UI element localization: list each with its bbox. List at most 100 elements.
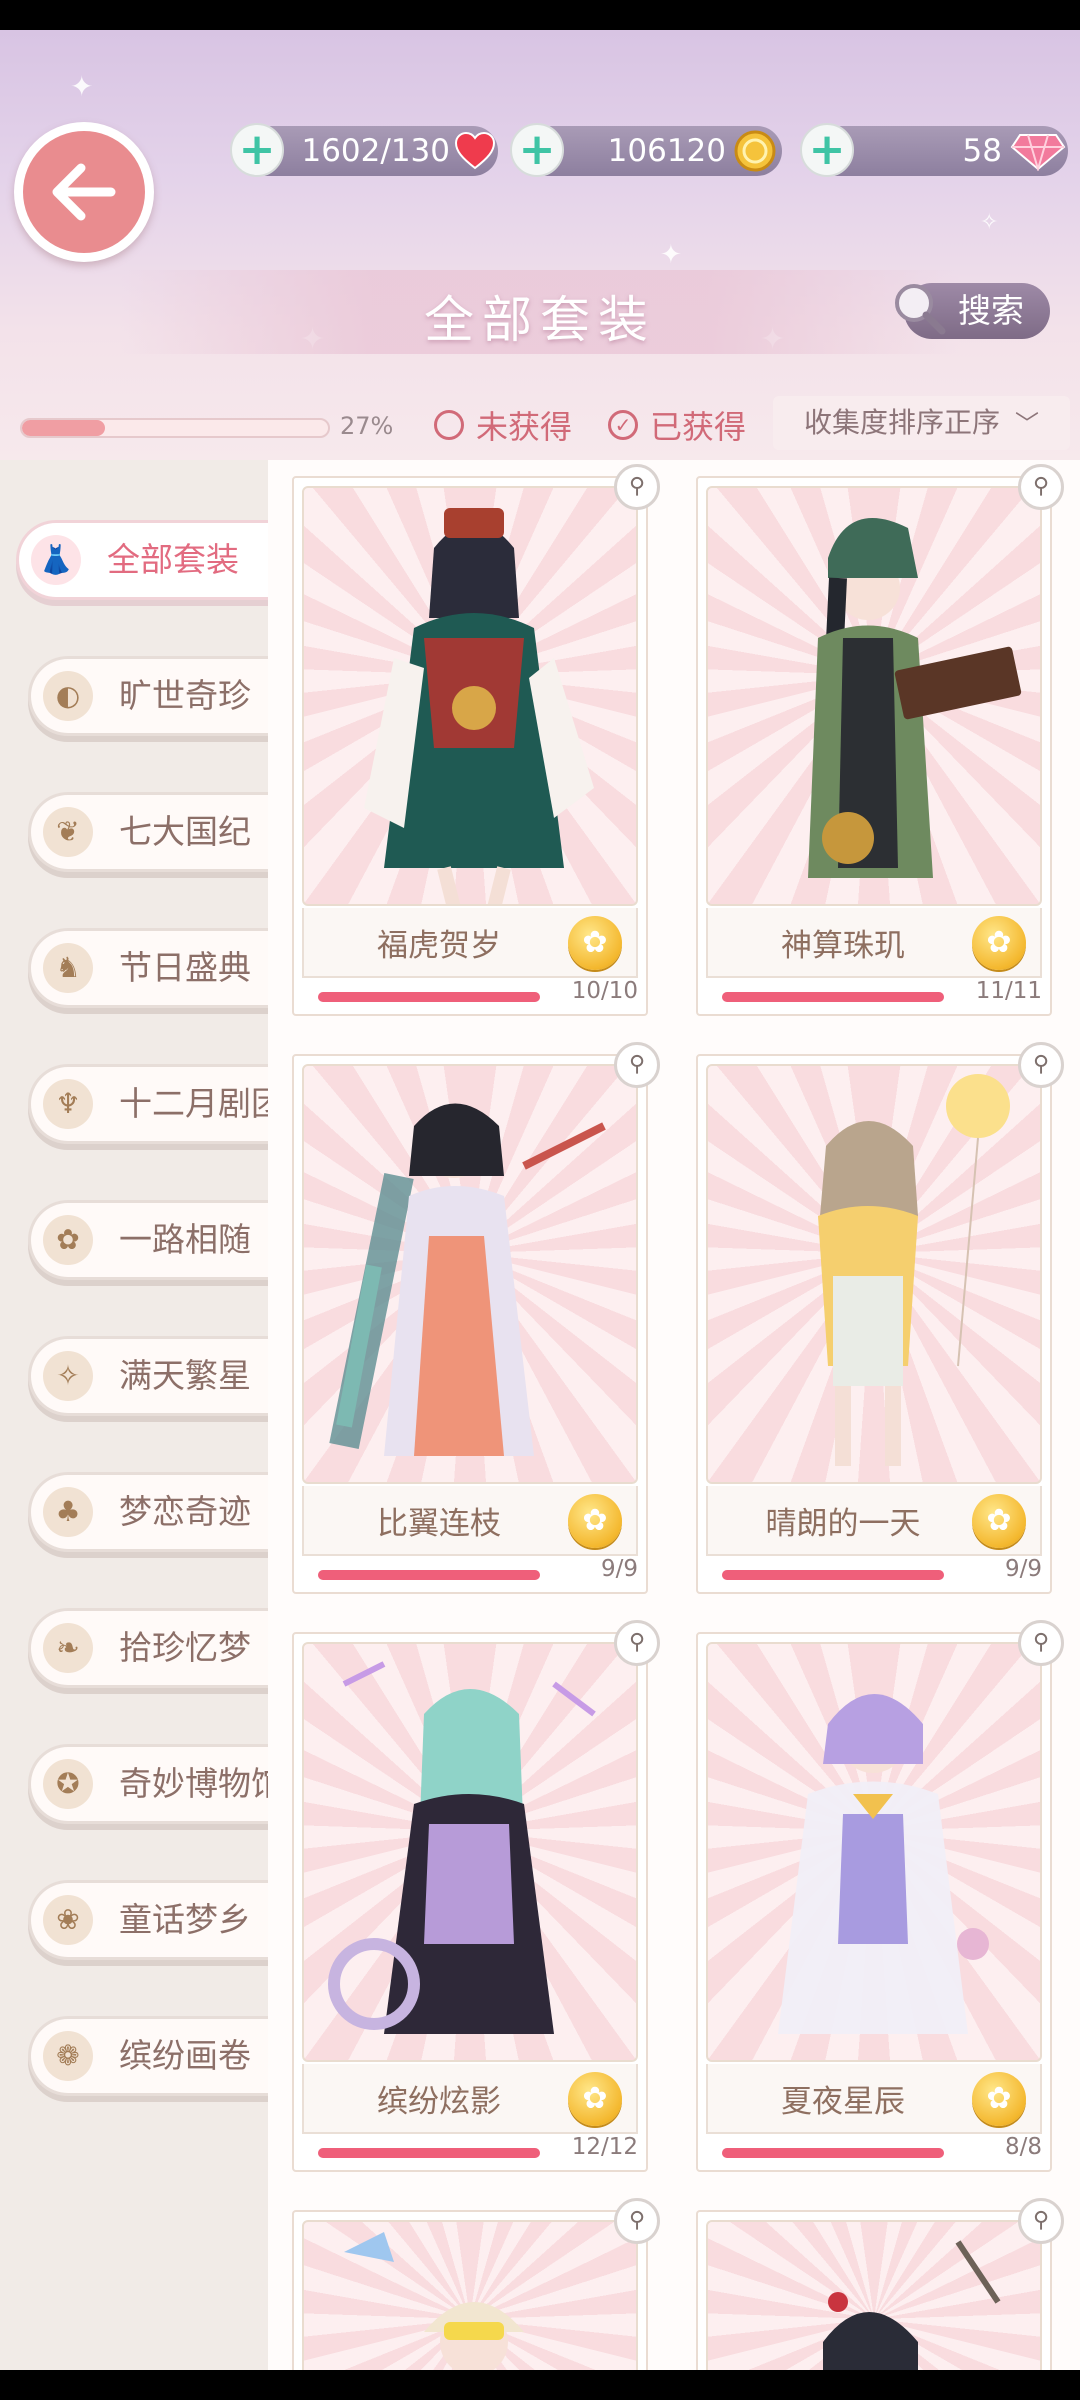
gold-badge-icon: ✿ <box>972 1494 1026 1548</box>
sidebar-item-label: 全部套装 <box>107 540 239 579</box>
sidebar-item-label: 节日盛典 <box>119 948 251 987</box>
figure-view-icon[interactable]: ⚲ <box>614 1042 660 1088</box>
suit-piece-count: 10/10 <box>571 978 638 1004</box>
suit-figure-illustration <box>329 1103 606 1456</box>
figure-view-icon[interactable]: ⚲ <box>1018 1042 1064 1088</box>
gold-badge-icon: ✿ <box>972 916 1026 970</box>
arrow-left-icon <box>52 163 116 221</box>
add-stamina-button[interactable]: + <box>230 123 284 177</box>
suit-preview <box>302 1064 638 1484</box>
sidebar-item-dream-miracle[interactable]: ♣ 梦恋奇迹 <box>28 1472 278 1552</box>
magnifier-icon <box>895 284 946 335</box>
suit-progress-fill <box>722 992 944 1002</box>
suit-name-bar: 晴朗的一天 ✿ <box>706 1486 1042 1556</box>
suit-preview <box>302 1642 638 2062</box>
radio-unchecked-icon <box>434 410 464 440</box>
compass-icon: ✪ <box>43 1759 93 1809</box>
suit-progress-fill <box>722 2148 944 2158</box>
sparkle-icon: ✧ <box>980 210 999 235</box>
sidebar-item-all-suits[interactable]: 👗 全部套装 <box>16 520 268 600</box>
sparkle-icon: ✦ <box>660 240 682 270</box>
sort-dropdown[interactable]: 收集度排序正序 ﹀ <box>773 396 1070 450</box>
heart-icon <box>454 131 496 170</box>
suit-card[interactable]: ⚲ 缤纷炫影 ✿ 12/12 <box>292 1620 660 2172</box>
figure-view-icon[interactable]: ⚲ <box>614 464 660 510</box>
suit-name-bar: 缤纷炫影 ✿ <box>302 2064 638 2134</box>
suit-card[interactable]: ⚲ 比翼连枝 ✿ 9/9 <box>292 1042 660 1594</box>
suit-card-partial[interactable]: ⚲ <box>292 2198 660 2370</box>
sidebar-item-together[interactable]: ✿ 一路相随 <box>28 1200 278 1280</box>
figure-view-icon[interactable]: ⚲ <box>1018 464 1064 510</box>
shell-icon: ◐ <box>43 671 93 721</box>
clover-icon: ♣ <box>43 1487 93 1537</box>
add-diamond-button[interactable]: + <box>800 123 854 177</box>
suit-figure-illustration <box>778 1694 989 2034</box>
sidebar-item-label: 奇妙博物馆 <box>119 1764 278 1803</box>
gold-badge-icon: ✿ <box>972 2072 1026 2126</box>
suit-progress-fill <box>318 2148 540 2158</box>
suit-progress-bar <box>722 2148 944 2158</box>
figure-view-icon[interactable]: ⚲ <box>614 2198 660 2244</box>
figure-view-icon[interactable]: ⚲ <box>614 1620 660 1666</box>
suit-figure-illustration <box>364 508 594 904</box>
sidebar-item-label: 旷世奇珍 <box>119 676 251 715</box>
suit-name: 夏夜星辰 <box>781 2084 905 2120</box>
book-icon: ❀ <box>43 1895 93 1945</box>
filter-not-obtained-label: 未获得 <box>476 408 573 446</box>
suit-card[interactable]: ⚲ 神算珠玑 ✿ 11/11 <box>696 464 1064 1016</box>
sidebar-item-treasure-memories[interactable]: ❧ 拾珍忆梦 <box>28 1608 278 1688</box>
back-button[interactable] <box>14 122 154 262</box>
suit-piece-count: 9/9 <box>1004 1556 1042 1582</box>
gold-badge-icon: ✿ <box>568 2072 622 2126</box>
suit-card-partial[interactable]: ⚲ <box>696 2198 1064 2370</box>
suit-figure-illustration <box>344 2232 524 2370</box>
suit-name: 缤纷炫影 <box>377 2084 501 2120</box>
suit-figure-illustration <box>328 1661 596 2034</box>
chandelier-icon: ♆ <box>43 1079 93 1129</box>
filter-not-obtained[interactable]: 未获得 <box>434 402 572 448</box>
chevron-down-icon: ﹀ <box>1014 410 1039 438</box>
add-gold-button[interactable]: + <box>510 123 564 177</box>
suit-preview <box>302 2220 638 2370</box>
sidebar-item-seven-kingdoms[interactable]: ❦ 七大国纪 <box>28 792 278 872</box>
sidebar-item-label: 十二月剧团 <box>119 1084 278 1123</box>
suit-name: 神算珠玑 <box>781 928 905 964</box>
filter-obtained-label: 已获得 <box>650 408 747 446</box>
search-button[interactable]: 搜索 <box>895 283 1050 339</box>
sidebar-item-starry-sky[interactable]: ✧ 满天繁星 <box>28 1336 278 1416</box>
coin-icon <box>734 130 776 172</box>
sidebar-item-fairytale[interactable]: ❀ 童话梦乡 <box>28 1880 278 1960</box>
suit-name-bar: 比翼连枝 ✿ <box>302 1486 638 1556</box>
sparkle-icon: ✦ <box>70 70 94 103</box>
suit-piece-count: 9/9 <box>600 1556 638 1582</box>
filter-obtained[interactable]: ✓ 已获得 <box>608 402 746 448</box>
scroll-icon: ❁ <box>43 2031 93 2081</box>
figure-view-icon[interactable]: ⚲ <box>1018 1620 1064 1666</box>
checkmark-icon: ✓ <box>608 410 638 440</box>
suit-preview <box>302 486 638 906</box>
suit-card[interactable]: ⚲ 福虎贺岁 ✿ 10/10 <box>292 464 660 1016</box>
sidebar-item-colorful-scroll[interactable]: ❁ 缤纷画卷 <box>28 2016 278 2096</box>
suit-figure-illustration <box>808 518 1022 878</box>
suit-card[interactable]: ⚲ 夏夜星辰 ✿ 8/8 <box>696 1620 1064 2172</box>
suit-grid: ⚲ 福虎贺岁 ✿ 10/10 ⚲ 神算珠玑 ✿ 11/11 ⚲ 比翼连枝 ✿ 9… <box>268 460 1080 2370</box>
sidebar-item-label: 梦恋奇迹 <box>119 1492 251 1531</box>
sidebar-item-rare-treasures[interactable]: ◐ 旷世奇珍 <box>28 656 278 736</box>
figure-view-icon[interactable]: ⚲ <box>1018 2198 1064 2244</box>
sidebar-item-museum[interactable]: ✪ 奇妙博物馆 <box>28 1744 278 1824</box>
suit-card[interactable]: ⚲ 晴朗的一天 ✿ 9/9 <box>696 1042 1064 1594</box>
branch-icon: ❧ <box>43 1623 93 1673</box>
suit-figure-illustration <box>823 2240 1001 2370</box>
stamina-value: 1602/130 <box>301 133 450 169</box>
sidebar-item-festivals[interactable]: ♞ 节日盛典 <box>28 928 278 1008</box>
sidebar-item-december-troupe[interactable]: ♆ 十二月剧团 <box>28 1064 278 1144</box>
suit-progress-bar <box>318 992 540 1002</box>
suit-preview <box>706 1642 1042 2062</box>
suit-preview <box>706 2220 1042 2370</box>
diamond-value: 58 <box>962 133 1002 169</box>
horse-icon: ♞ <box>43 943 93 993</box>
suit-piece-count: 11/11 <box>975 978 1042 1004</box>
suit-progress-bar <box>318 1570 540 1580</box>
collection-progress-fill <box>22 420 105 436</box>
suit-progress-bar <box>318 2148 540 2158</box>
